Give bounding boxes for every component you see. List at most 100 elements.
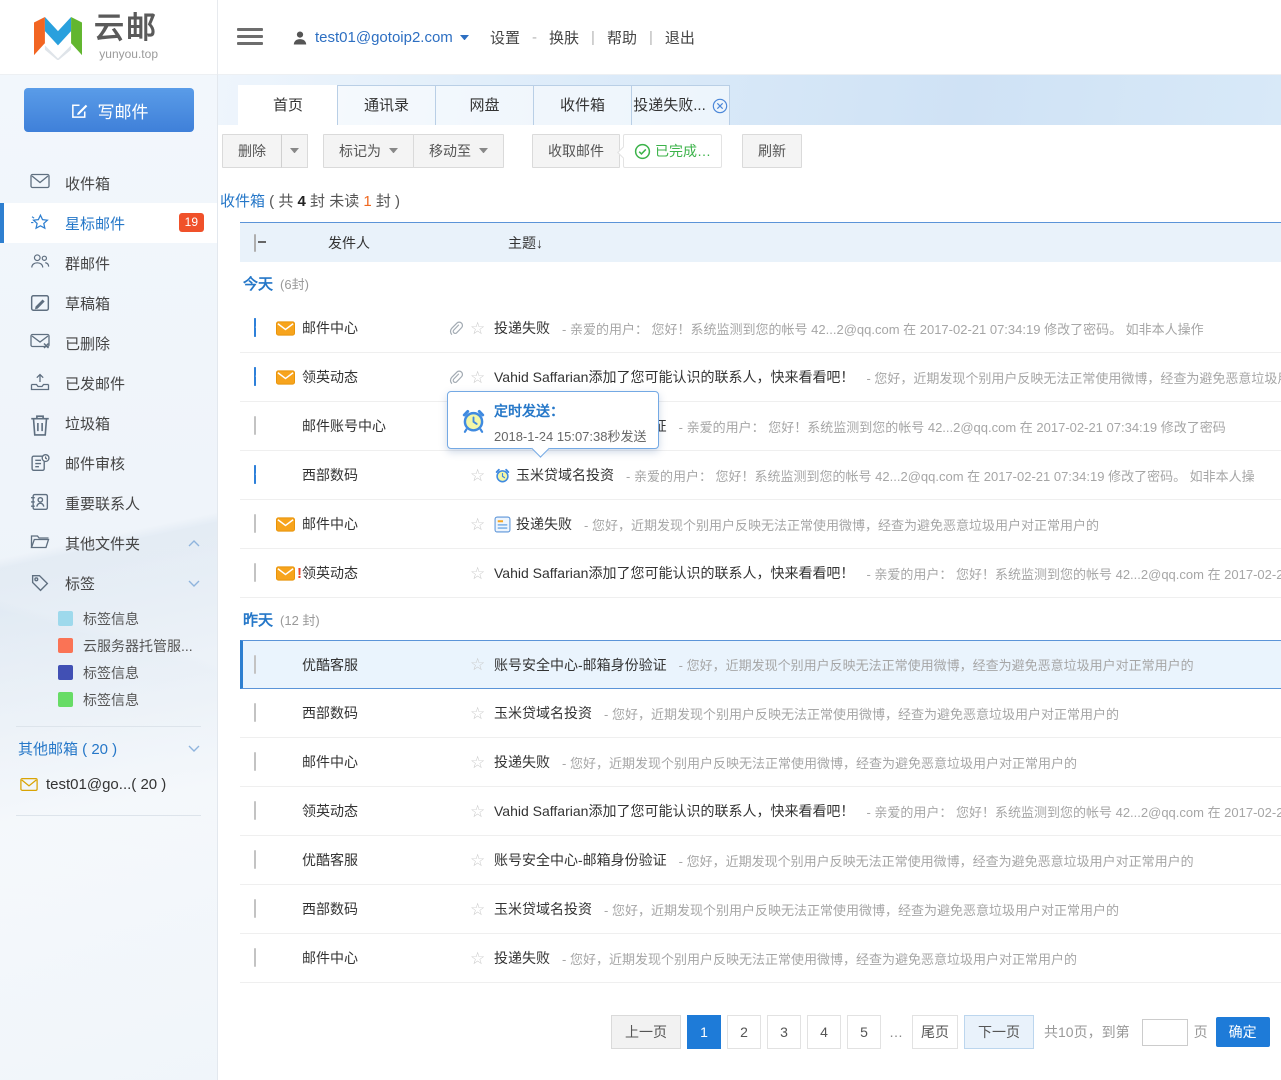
- mail-row[interactable]: 西部数码☆玉米贷域名投资- 您好，近期发现个别用户反映无法正常使用微博，经查为避…: [240, 885, 1281, 934]
- row-checkbox[interactable]: [254, 416, 256, 435]
- star-toggle-icon[interactable]: ☆: [470, 565, 494, 582]
- unread-count: 1: [363, 193, 371, 210]
- sidebar-item[interactable]: 已删除: [0, 323, 217, 363]
- prev-page-button[interactable]: 上一页: [611, 1015, 681, 1049]
- mail-row[interactable]: 优酷客服☆账号安全中心-邮箱身份验证- 您好，近期发现个别用户反映无法正常使用微…: [240, 640, 1281, 689]
- hamburger-menu-icon[interactable]: [237, 28, 263, 47]
- mail-row[interactable]: 邮件账号中心☆账号安全中心-邮箱身份验证- 亲爱的用户： 您好！系统监测到您的帐…: [240, 402, 1281, 451]
- sidebar-item[interactable]: 收件箱: [0, 163, 217, 203]
- tab-收件箱[interactable]: 收件箱: [533, 85, 632, 125]
- row-checkbox[interactable]: [254, 801, 256, 820]
- other-account-item[interactable]: test01@go...( 20 ): [0, 766, 217, 802]
- row-checkbox[interactable]: [254, 752, 256, 771]
- row-checkbox[interactable]: [254, 948, 256, 967]
- top-menu-item[interactable]: 帮助: [603, 27, 641, 48]
- mail-row[interactable]: 西部数码☆玉米贷域名投资- 您好，近期发现个别用户反映无法正常使用微博，经查为避…: [240, 689, 1281, 738]
- sidebar-item-label: 其他文件夹: [65, 533, 140, 554]
- mail-sender: 优酷客服: [302, 655, 448, 675]
- star-toggle-icon[interactable]: ☆: [470, 852, 494, 869]
- sidebar-item[interactable]: 重要联系人: [0, 483, 217, 523]
- other-mailbox-section[interactable]: 其他邮箱 ( 20 ): [0, 730, 217, 766]
- sidebar-item[interactable]: 已发邮件: [0, 363, 217, 403]
- mail-sender: 领英动态: [302, 563, 448, 583]
- confirm-page-button[interactable]: 确定: [1216, 1017, 1270, 1047]
- delete-dropdown-caret[interactable]: [281, 134, 308, 168]
- user-dropdown[interactable]: test01@gotoip2.com: [292, 0, 469, 75]
- row-checkbox[interactable]: [254, 465, 256, 484]
- star-toggle-icon[interactable]: ☆: [470, 467, 494, 484]
- page-button[interactable]: 1: [687, 1015, 721, 1049]
- last-page-button[interactable]: 尾页: [912, 1015, 958, 1049]
- move-to-button[interactable]: 移动至: [413, 134, 504, 168]
- sidebar-tag-item[interactable]: 标签信息: [0, 605, 217, 632]
- subject-sort-header[interactable]: 主题↓: [494, 233, 1281, 253]
- sidebar-item[interactable]: 邮件审核: [0, 443, 217, 483]
- fetch-mail-button[interactable]: 收取邮件: [532, 134, 620, 168]
- row-checkbox[interactable]: [254, 899, 256, 918]
- star-toggle-icon[interactable]: ☆: [470, 705, 494, 722]
- mail-row[interactable]: 邮件中心☆投递失败- 亲爱的用户： 您好！系统监测到您的帐号 42...2@qq…: [240, 304, 1281, 353]
- row-checkbox[interactable]: [254, 563, 256, 582]
- mail-row[interactable]: 优酷客服☆账号安全中心-邮箱身份验证- 您好，近期发现个别用户反映无法正常使用微…: [240, 836, 1281, 885]
- row-checkbox[interactable]: [254, 367, 256, 386]
- star-toggle-icon[interactable]: ☆: [470, 754, 494, 771]
- sidebar-item[interactable]: 群邮件: [0, 243, 217, 283]
- inbox-link[interactable]: 收件箱: [220, 193, 265, 210]
- row-checkbox[interactable]: [254, 514, 256, 533]
- sidebar-item[interactable]: 草稿箱: [0, 283, 217, 323]
- mark-as-button[interactable]: 标记为: [323, 134, 414, 168]
- star-toggle-icon[interactable]: ☆: [470, 803, 494, 820]
- sidebar-item[interactable]: 垃圾箱: [0, 403, 217, 443]
- row-checkbox[interactable]: [254, 703, 256, 722]
- mail-row[interactable]: 领英动态☆Vahid Saffarian添加了您可能认识的联系人，快来看看吧！-…: [240, 353, 1281, 402]
- top-menu-item[interactable]: 设置: [486, 27, 524, 48]
- top-menu-item[interactable]: 换肤: [545, 27, 583, 48]
- top-menu-item[interactable]: 退出: [661, 27, 699, 48]
- sidebar-tag-item[interactable]: 标签信息: [0, 659, 217, 686]
- star-toggle-icon[interactable]: ☆: [470, 901, 494, 918]
- star-toggle-icon[interactable]: ☆: [470, 656, 494, 673]
- mail-row[interactable]: 邮件中心☆投递失败- 您好，近期发现个别用户反映无法正常使用微博，经查为避免恶意…: [240, 500, 1281, 549]
- row-checkbox[interactable]: [254, 850, 256, 869]
- sidebar-item[interactable]: 标签: [0, 563, 217, 603]
- star-toggle-icon[interactable]: ☆: [470, 320, 494, 337]
- tab-投递失败...[interactable]: 投递失败...: [631, 85, 730, 125]
- sidebar-item-label: 重要联系人: [65, 493, 140, 514]
- mail-subject: 玉米贷域名投资: [494, 899, 592, 919]
- star-toggle-icon[interactable]: ☆: [470, 950, 494, 967]
- row-checkbox[interactable]: [254, 318, 256, 337]
- sidebar-tag-item[interactable]: 标签信息: [0, 686, 217, 713]
- tab-网盘[interactable]: 网盘: [435, 85, 534, 125]
- compose-button[interactable]: 写邮件: [24, 88, 194, 132]
- select-all-checkbox[interactable]: [254, 234, 256, 252]
- star-toggle-icon[interactable]: ☆: [470, 516, 494, 533]
- tab-首页[interactable]: 首页: [238, 85, 338, 125]
- sidebar-tag-item[interactable]: 云服务器托管服...: [0, 632, 217, 659]
- sidebar-item[interactable]: 星标邮件19: [0, 203, 217, 243]
- mail-row[interactable]: 邮件中心☆投递失败- 您好，近期发现个别用户反映无法正常使用微博，经查为避免恶意…: [240, 738, 1281, 787]
- refresh-button[interactable]: 刷新: [742, 134, 802, 168]
- row-checkbox[interactable]: [254, 655, 256, 674]
- mail-preview: - 亲爱的用户： 您好！系统监测到您的帐号 42...2@qq.com 在 20…: [866, 564, 1281, 583]
- page-button[interactable]: 2: [727, 1015, 761, 1049]
- mail-row[interactable]: !领英动态☆Vahid Saffarian添加了您可能认识的联系人，快来看看吧！…: [240, 549, 1281, 598]
- close-circle-icon[interactable]: [712, 98, 728, 114]
- tab-label: 通讯录: [364, 86, 409, 126]
- brand-logo[interactable]: 云邮 yunyou.top: [0, 0, 218, 75]
- delete-button[interactable]: 删除: [222, 134, 282, 168]
- mail-row[interactable]: 西部数码☆玉米贷域名投资- 亲爱的用户： 您好！系统监测到您的帐号 42...2…: [240, 451, 1281, 500]
- mail-preview: - 亲爱的用户： 您好！系统监测到您的帐号 42...2@qq.com 在 20…: [866, 802, 1281, 821]
- chevron-up-icon: [188, 540, 200, 547]
- mail-subject: 投递失败: [494, 752, 550, 772]
- tab-通讯录[interactable]: 通讯录: [337, 85, 436, 125]
- star-toggle-icon[interactable]: ☆: [470, 369, 494, 386]
- goto-page-input[interactable]: [1142, 1019, 1188, 1046]
- sidebar-item[interactable]: 其他文件夹: [0, 523, 217, 563]
- mail-row[interactable]: 邮件中心☆投递失败- 您好，近期发现个别用户反映无法正常使用微博，经查为避免恶意…: [240, 934, 1281, 983]
- page-button[interactable]: 4: [807, 1015, 841, 1049]
- next-page-button[interactable]: 下一页: [964, 1015, 1034, 1049]
- mail-row[interactable]: 领英动态☆Vahid Saffarian添加了您可能认识的联系人，快来看看吧！-…: [240, 787, 1281, 836]
- page-button[interactable]: 3: [767, 1015, 801, 1049]
- paperclip-icon: [448, 370, 470, 385]
- page-button[interactable]: 5: [847, 1015, 881, 1049]
